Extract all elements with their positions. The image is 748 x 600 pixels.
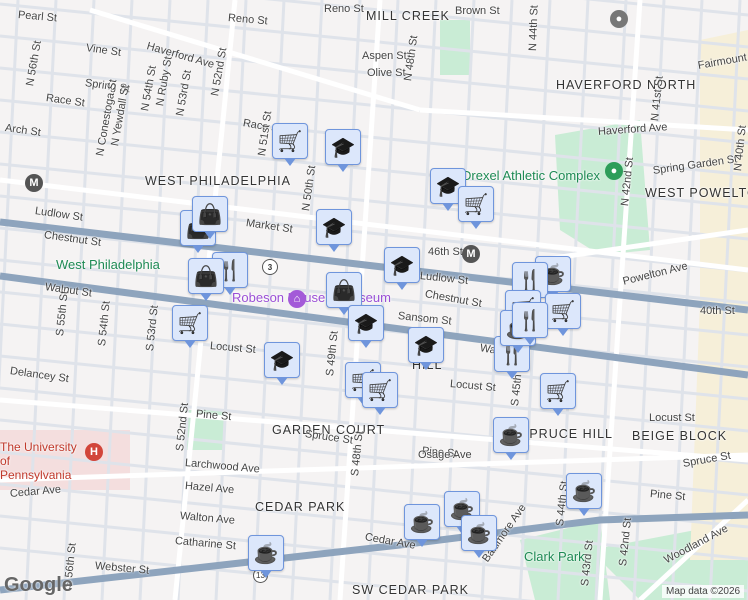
shopping-bag-icon: 👜 (193, 265, 219, 288)
neighborhood-label: SW CEDAR PARK (352, 583, 469, 597)
graduation-cap-icon: 🎓 (413, 334, 439, 357)
place-label[interactable]: West Philadelphia (56, 257, 160, 272)
shopping-cart-marker[interactable]: 🛒 (362, 372, 398, 415)
coffee-icon: ☕ (409, 511, 435, 534)
neighborhood-label: SPRUCE HILL (520, 427, 613, 441)
map-frame[interactable]: MILL CREEK HAVERFORD NORTH WEST PHILADELPH… (0, 0, 748, 600)
shopping-cart-marker[interactable]: 🛒 (172, 305, 208, 348)
graduation-cap-marker[interactable]: 🎓 (408, 327, 444, 370)
coffee-marker[interactable]: ☕ (566, 473, 602, 516)
neighborhood-label: WEST PHILADELPHIA (145, 174, 291, 188)
shopping-bag-marker[interactable]: 👜 (192, 196, 228, 239)
neighborhood-label: HAVERFORD NORTH (556, 78, 697, 92)
shopping-bag-marker[interactable]: 👜 (326, 272, 362, 315)
shopping-cart-marker[interactable]: 🛒 (272, 123, 308, 166)
street-label: Locust St (649, 412, 695, 424)
graduation-cap-icon: 🎓 (435, 175, 461, 198)
shopping-cart-marker[interactable]: 🛒 (540, 373, 576, 416)
graduation-cap-icon: 🎓 (389, 254, 415, 277)
shopping-cart-icon: 🛒 (277, 130, 303, 153)
coffee-marker[interactable]: ☕ (404, 504, 440, 547)
graduation-cap-icon: 🎓 (353, 312, 379, 335)
street-label: Aspen St (362, 50, 407, 62)
street-label: 40th St (700, 305, 735, 317)
shopping-cart-icon: 🛒 (545, 380, 571, 403)
coffee-icon: ☕ (498, 424, 524, 447)
coffee-marker[interactable]: ☕ (461, 515, 497, 558)
neighborhood-label: MILL CREEK (366, 9, 450, 23)
graduation-cap-icon: 🎓 (330, 136, 356, 159)
park-icon[interactable]: ● (605, 162, 623, 180)
restaurant-icon: 🍴 (517, 309, 543, 332)
street-label: Olive St (367, 67, 406, 79)
neighborhood-label: WEST POWELTON (645, 186, 748, 200)
place-label[interactable]: Drexel Athletic Complex (462, 168, 600, 183)
route-3-shield: 3 (262, 259, 278, 275)
graduation-cap-icon: 🎓 (321, 216, 347, 239)
neighborhood-label: BEIGE BLOCK (632, 429, 728, 443)
graduation-cap-icon: 🎓 (269, 349, 295, 372)
hospital-icon[interactable]: H (85, 443, 103, 461)
place-label[interactable]: Clark Park (524, 549, 585, 564)
place-label[interactable]: 46th St (428, 246, 463, 258)
restaurant-marker[interactable]: 🍴 (512, 302, 548, 345)
metro-icon[interactable]: M (462, 245, 480, 263)
place-label[interactable]: Robeson House & Museum (232, 290, 391, 305)
coffee-icon: ☕ (466, 522, 492, 545)
shopping-bag-marker[interactable]: 👜 (188, 258, 224, 301)
shopping-cart-icon: 🛒 (177, 312, 203, 335)
graduation-cap-marker[interactable]: 🎓 (264, 342, 300, 385)
shopping-cart-icon: 🛒 (550, 300, 576, 323)
shopping-cart-icon: 🛒 (463, 193, 489, 216)
neighborhood-label: CEDAR PARK (255, 500, 346, 514)
shopping-cart-marker[interactable]: 🛒 (545, 293, 581, 336)
map-attribution[interactable]: Map data ©2026 (662, 585, 745, 598)
coffee-icon: ☕ (253, 542, 279, 565)
street-label: Osage Ave (418, 449, 472, 461)
location-pin-icon[interactable]: ● (610, 10, 628, 28)
coffee-icon: ☕ (571, 480, 597, 503)
google-logo[interactable]: Google (4, 574, 73, 597)
street-label: N 44th St (527, 4, 541, 52)
graduation-cap-marker[interactable]: 🎓 (325, 129, 361, 172)
museum-icon[interactable]: ⌂ (288, 290, 306, 308)
place-label[interactable]: The University of Pennsylvania (0, 440, 84, 482)
shopping-cart-marker[interactable]: 🛒 (458, 186, 494, 229)
shopping-bag-icon: 👜 (197, 203, 223, 226)
coffee-marker[interactable]: ☕ (248, 535, 284, 578)
coffee-marker[interactable]: ☕ (493, 417, 529, 460)
restaurant-icon: 🍴 (517, 269, 543, 292)
street-label: Brown St (455, 5, 500, 17)
graduation-cap-marker[interactable]: 🎓 (316, 209, 352, 252)
metro-icon[interactable]: M (25, 174, 43, 192)
graduation-cap-marker[interactable]: 🎓 (384, 247, 420, 290)
shopping-bag-icon: 👜 (331, 279, 357, 302)
graduation-cap-marker[interactable]: 🎓 (348, 305, 384, 348)
street-label: Reno St (324, 3, 364, 15)
shopping-cart-icon: 🛒 (367, 379, 393, 402)
